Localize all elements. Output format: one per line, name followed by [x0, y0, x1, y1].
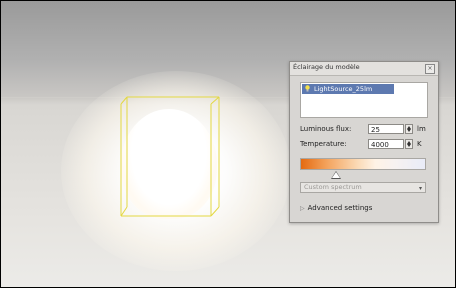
temperature-label: Temperature: [300, 140, 347, 148]
close-icon[interactable]: × [425, 64, 435, 74]
luminous-flux-unit: lm [417, 125, 426, 133]
bbox-edge [120, 206, 128, 217]
spectrum-dropdown[interactable]: Custom spectrum ▾ [300, 182, 426, 193]
temperature-spinner[interactable] [405, 139, 413, 149]
bbox-edge [210, 96, 220, 105]
spectrum-selected-value: Custom spectrum [304, 183, 362, 191]
panel-title: Éclairage du modèle [293, 63, 360, 71]
lightbulb-icon [305, 85, 310, 92]
luminous-flux-label: Luminous flux: [300, 125, 352, 133]
luminous-flux-spinner[interactable] [405, 124, 413, 134]
dropdown-arrow-icon: ▾ [418, 185, 422, 192]
temperature-input[interactable]: 4000 [368, 139, 404, 149]
temperature-gradient-bar[interactable] [300, 158, 426, 170]
light-source-list[interactable]: LightSource_25lm [300, 82, 428, 118]
advanced-settings-label: Advanced settings [307, 204, 373, 212]
temperature-unit: K [417, 140, 422, 148]
light-source-name: LightSource_25lm [314, 85, 373, 93]
luminous-flux-input[interactable]: 25 [368, 124, 404, 134]
advanced-settings-toggle[interactable]: ▷ Advanced settings [300, 204, 372, 212]
panel-titlebar[interactable]: Éclairage du modèle × [290, 62, 438, 76]
expand-icon: ▷ [300, 205, 305, 212]
temperature-marker[interactable] [332, 172, 340, 178]
light-source-item[interactable]: LightSource_25lm [302, 84, 394, 94]
bbox-edge [210, 206, 220, 217]
3d-viewport[interactable]: Éclairage du modèle × LightSource_25lm L… [1, 1, 455, 287]
bbox-edge [120, 96, 128, 105]
model-lighting-panel: Éclairage du modèle × LightSource_25lm L… [289, 61, 439, 223]
